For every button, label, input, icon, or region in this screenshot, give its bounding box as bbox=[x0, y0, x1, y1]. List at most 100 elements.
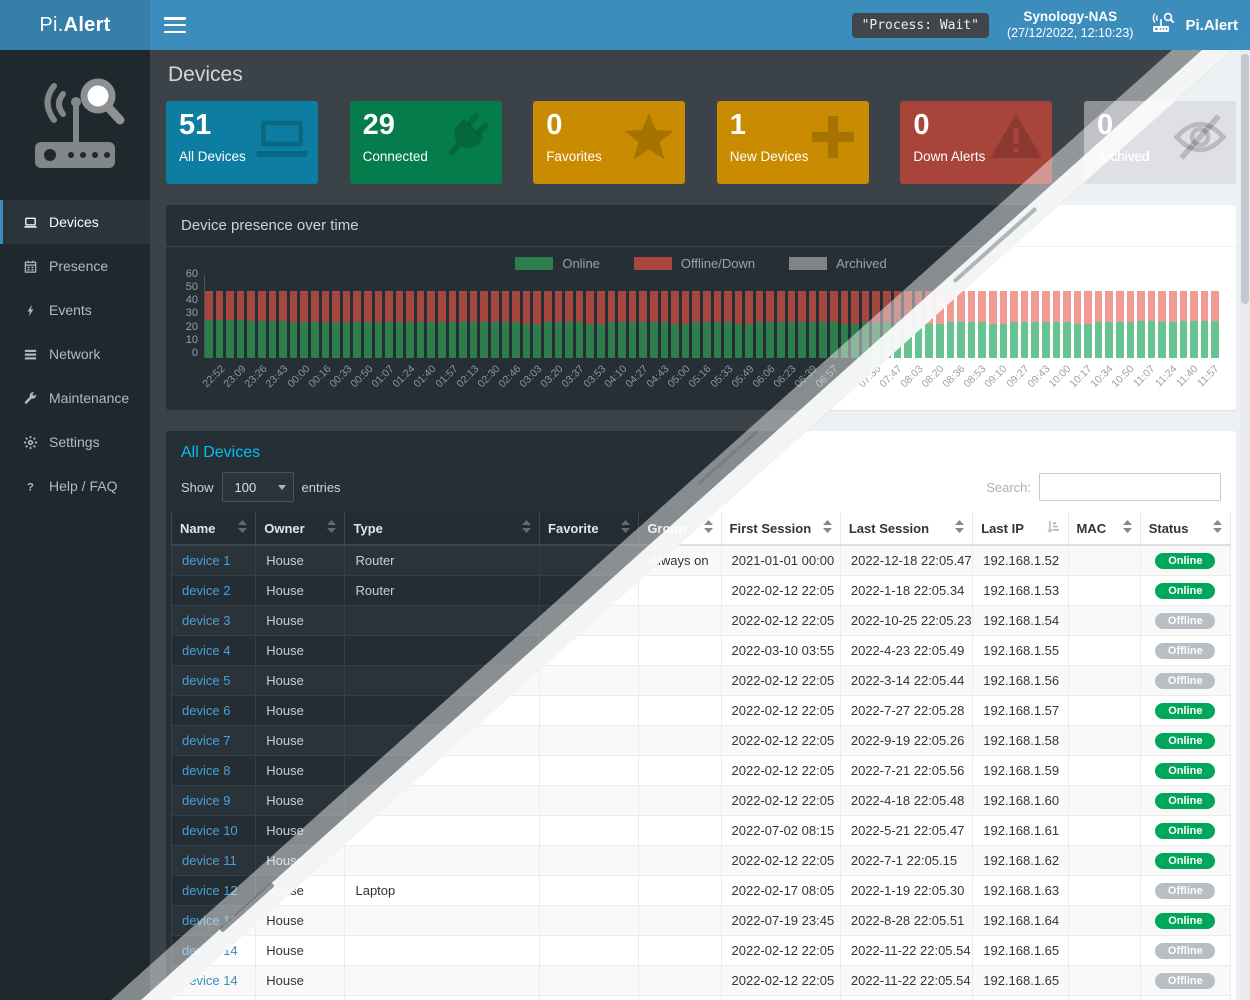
group-cell bbox=[639, 666, 721, 696]
x-axis-label: 00:00 bbox=[285, 363, 312, 390]
group-cell bbox=[639, 726, 721, 756]
search-label: Search: bbox=[986, 480, 1031, 495]
sidebar-item-label: Presence bbox=[49, 258, 108, 274]
sidebar-item-maintenance[interactable]: Maintenance bbox=[0, 376, 150, 420]
chart-bar bbox=[682, 291, 690, 358]
legend-item-archived[interactable]: Archived bbox=[789, 256, 887, 271]
card-down-alerts[interactable]: 0Down Alerts bbox=[900, 101, 1052, 184]
chart-bar bbox=[1169, 291, 1177, 358]
status-badge: Offline bbox=[1155, 943, 1215, 959]
table-row: device 8House2022-02-12 22:052022-7-21 2… bbox=[172, 756, 1231, 786]
chart-bar bbox=[576, 291, 584, 358]
legend-item-offline-down[interactable]: Offline/Down bbox=[634, 256, 755, 271]
column-header-last-session[interactable]: Last Session bbox=[840, 512, 972, 545]
device-link[interactable]: device 10 bbox=[182, 823, 238, 838]
last-session-cell: 2022-11-22 22:05.54 bbox=[840, 966, 972, 996]
y-axis-tick: 0 bbox=[168, 347, 198, 359]
chart-bar bbox=[819, 291, 827, 358]
sidebar-item-events[interactable]: Events bbox=[0, 288, 150, 332]
device-link[interactable]: device 1 bbox=[182, 553, 230, 568]
sidebar-item-label: Network bbox=[49, 346, 100, 362]
sidebar-item-presence[interactable]: Presence bbox=[0, 244, 150, 288]
card-favorites[interactable]: 0Favorites bbox=[533, 101, 685, 184]
sidebar-item-network[interactable]: Network bbox=[0, 332, 150, 376]
device-link[interactable]: device 7 bbox=[182, 733, 230, 748]
device-link[interactable]: device 14 bbox=[182, 943, 238, 958]
chart-bar bbox=[618, 291, 626, 358]
chart-bar bbox=[396, 291, 404, 358]
y-axis-tick: 20 bbox=[168, 321, 198, 333]
x-axis-label: 05:33 bbox=[708, 363, 735, 390]
last-session-cell: 2022-1-18 22:05.34 bbox=[840, 576, 972, 606]
device-link[interactable]: device 9 bbox=[182, 793, 230, 808]
device-link[interactable]: device 11 bbox=[182, 853, 237, 868]
device-link[interactable]: device 2 bbox=[182, 583, 230, 598]
status-badge: Online bbox=[1155, 553, 1215, 569]
sort-icon bbox=[522, 520, 531, 536]
device-link[interactable]: device 13 bbox=[182, 913, 238, 928]
device-link[interactable]: device 14 bbox=[182, 973, 238, 988]
table-header-row: NameOwnerTypeFavoriteGroupFirst SessionL… bbox=[172, 512, 1231, 545]
chart-bar bbox=[502, 291, 510, 358]
scrollbar-thumb[interactable] bbox=[1241, 54, 1249, 304]
page-length-select[interactable]: 100 bbox=[222, 472, 294, 502]
chart-bar bbox=[862, 291, 870, 358]
type-cell bbox=[345, 726, 540, 756]
sidebar-item-devices[interactable]: Devices bbox=[0, 200, 150, 244]
column-header-first-session[interactable]: First Session bbox=[721, 512, 840, 545]
chart-bar bbox=[639, 291, 647, 358]
chart-bar bbox=[491, 291, 499, 358]
chart-bar bbox=[1127, 291, 1135, 358]
favorite-cell bbox=[540, 936, 639, 966]
group-cell bbox=[639, 966, 721, 996]
device-link[interactable]: device 3 bbox=[182, 613, 230, 628]
column-header-last-ip[interactable]: Last IP bbox=[973, 512, 1068, 545]
device-link[interactable]: device 12 bbox=[182, 883, 238, 898]
column-header-type[interactable]: Type bbox=[345, 512, 540, 545]
status-badge: Online bbox=[1155, 583, 1215, 599]
card-connected[interactable]: 29Connected bbox=[350, 101, 502, 184]
group-cell bbox=[639, 696, 721, 726]
table-row: device 7House2022-02-12 22:052022-9-19 2… bbox=[172, 726, 1231, 756]
card-all-devices[interactable]: 51All Devices bbox=[166, 101, 318, 184]
first-session-cell: 2022-02-12 22:05 bbox=[721, 846, 840, 876]
sidebar: Devices Presence Events Network MaintenanceS… bbox=[0, 50, 150, 1000]
first-session-cell: 2022-02-12 22:05 bbox=[721, 606, 840, 636]
sidebar-toggle-icon[interactable] bbox=[164, 17, 186, 33]
card-archived[interactable]: 0Archived bbox=[1084, 101, 1236, 184]
device-link[interactable]: device 6 bbox=[182, 703, 230, 718]
card-new-devices[interactable]: 1New Devices bbox=[717, 101, 869, 184]
column-label: MAC bbox=[1077, 521, 1107, 536]
chart-bar bbox=[1201, 291, 1209, 358]
sort-icon bbox=[238, 520, 247, 536]
legend-item-online[interactable]: Online bbox=[515, 256, 600, 271]
column-header-favorite[interactable]: Favorite bbox=[540, 512, 639, 545]
type-cell: Laptop bbox=[345, 876, 540, 906]
column-header-name[interactable]: Name bbox=[172, 512, 256, 545]
sidebar-item-settings[interactable]: Settings bbox=[0, 420, 150, 464]
last-ip-cell: 192.168.1.59 bbox=[973, 756, 1068, 786]
status-badge: Offline bbox=[1155, 613, 1215, 629]
column-header-status[interactable]: Status bbox=[1140, 512, 1230, 545]
calendar-icon bbox=[22, 258, 38, 274]
chart-bar bbox=[1000, 291, 1008, 358]
first-session-cell: 2022-07-19 23:45 bbox=[721, 906, 840, 936]
device-link[interactable]: device 5 bbox=[182, 673, 230, 688]
owner-cell: House bbox=[256, 936, 345, 966]
last-session-cell: 2022-5-16 22:05.48 bbox=[840, 996, 972, 1000]
device-link[interactable]: device 4 bbox=[182, 643, 230, 658]
brand-logo[interactable]: Pi.Alert bbox=[0, 0, 150, 50]
x-axis-label: 08:20 bbox=[919, 363, 946, 390]
x-axis-label: 06:39 bbox=[792, 363, 819, 390]
sidebar-item-help-faq[interactable]: ?Help / FAQ bbox=[0, 464, 150, 508]
last-session-cell: 2022-3-14 22:05.44 bbox=[840, 666, 972, 696]
column-header-group[interactable]: Group bbox=[639, 512, 721, 545]
x-axis-label: 11:07 bbox=[1131, 363, 1158, 390]
column-header-owner[interactable]: Owner bbox=[256, 512, 345, 545]
search-input[interactable] bbox=[1039, 473, 1221, 501]
table-panel-title: All Devices bbox=[166, 431, 1236, 462]
page-scrollbar[interactable] bbox=[1240, 50, 1250, 1000]
table-row: device 15HouseSwitchAlways on2022-02-12 … bbox=[172, 996, 1231, 1000]
column-header-mac[interactable]: MAC bbox=[1068, 512, 1140, 545]
device-link[interactable]: device 8 bbox=[182, 763, 230, 778]
